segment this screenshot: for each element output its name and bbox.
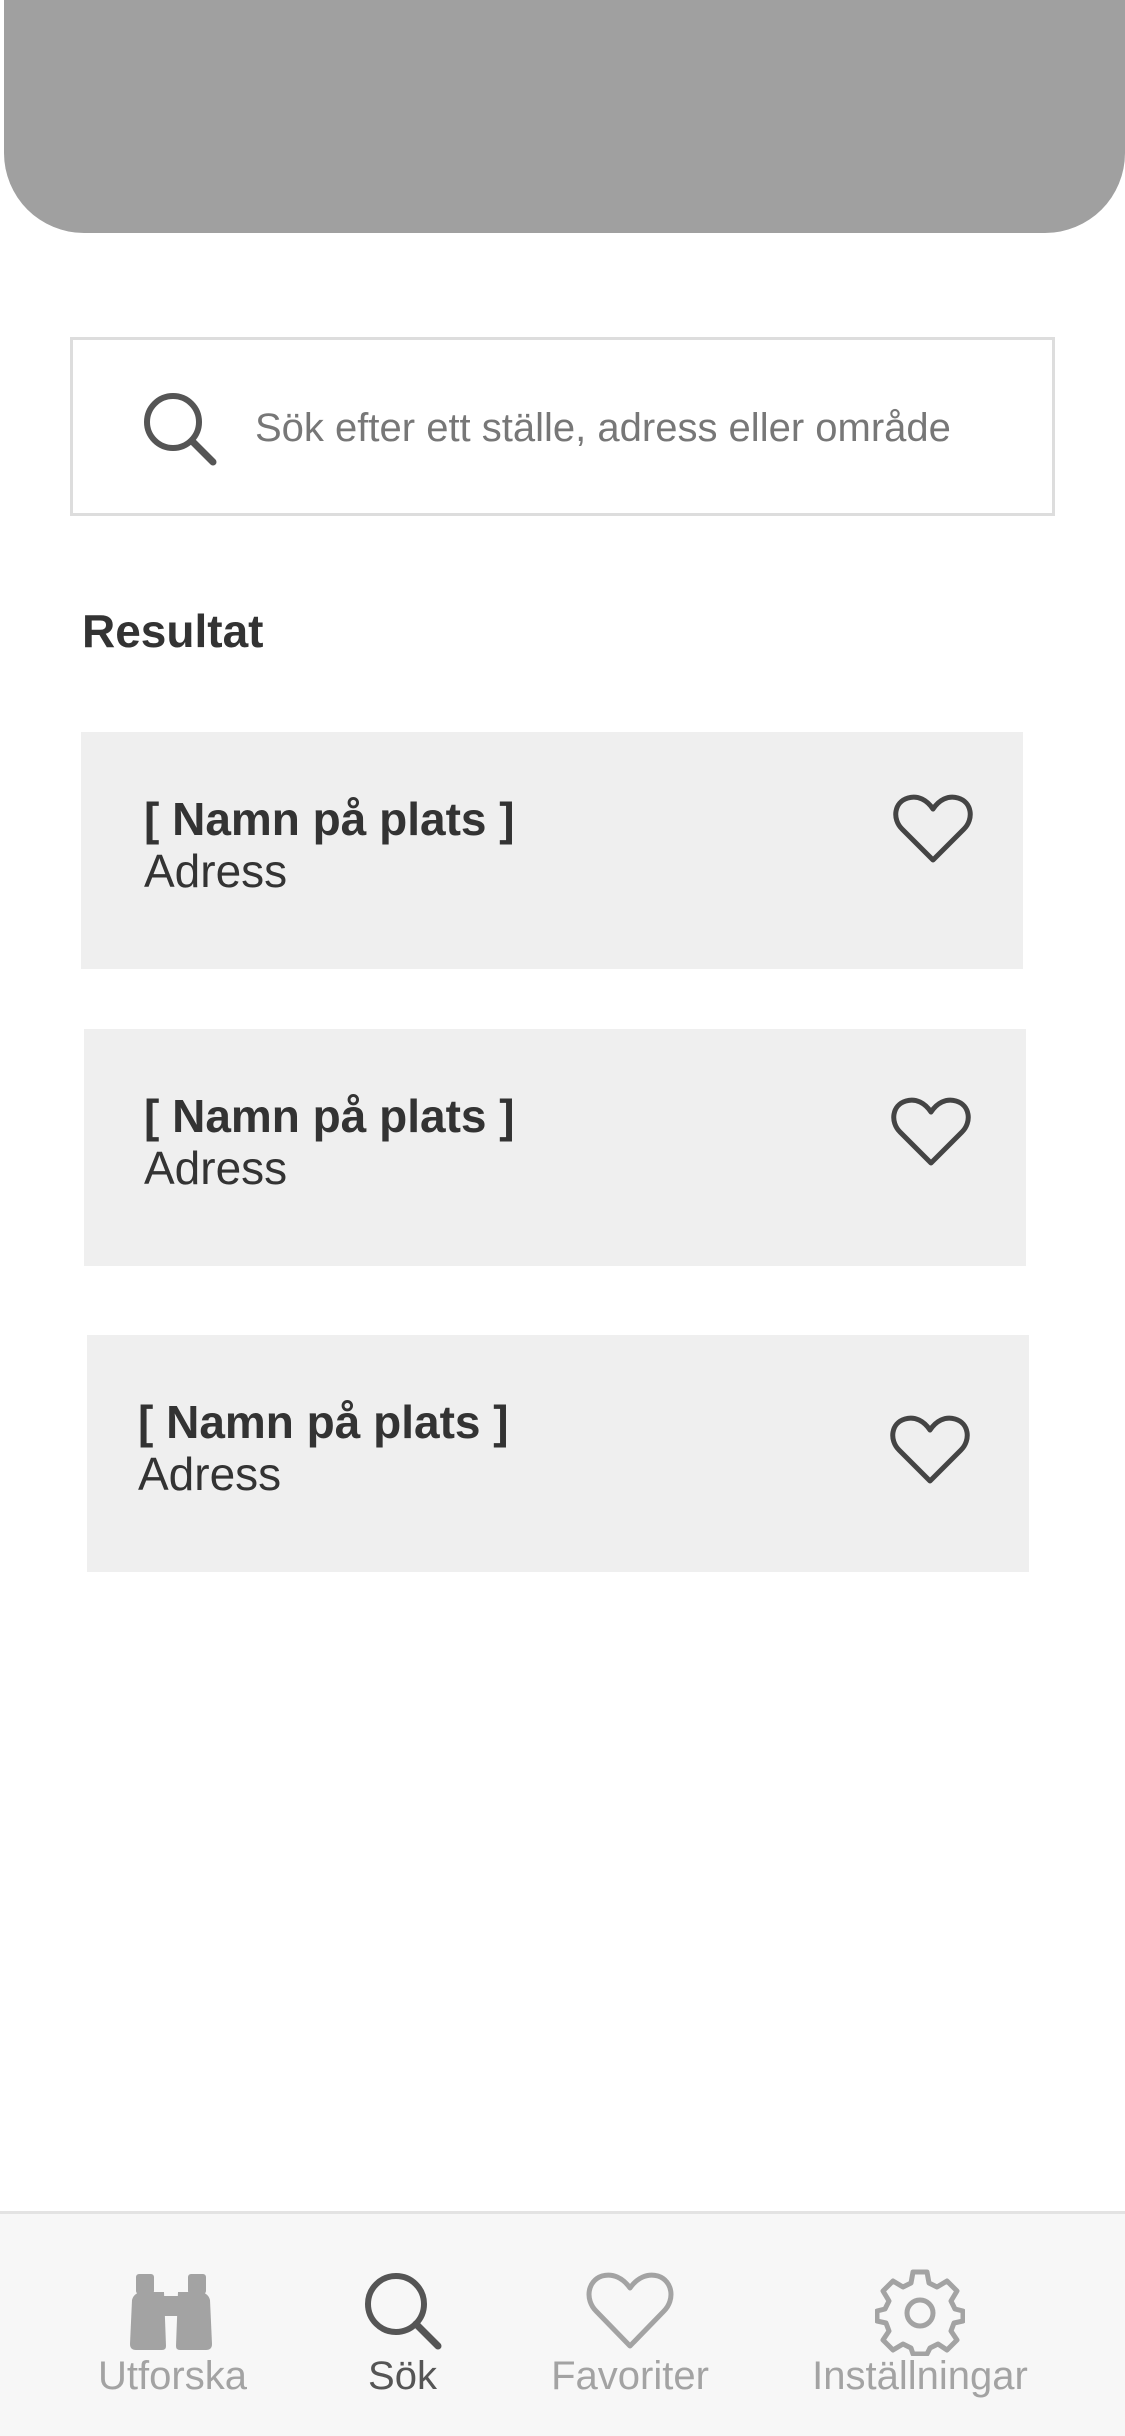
heart-outline-icon[interactable] <box>891 1095 971 1169</box>
search-icon <box>144 393 217 466</box>
tab-favorites[interactable]: Favoriter <box>545 2214 715 2436</box>
heart-icon <box>586 2272 674 2349</box>
place-name: [ Namn på plats ] <box>138 1396 509 1448</box>
binoculars-icon <box>130 2274 212 2350</box>
gear-icon <box>875 2269 965 2356</box>
search-bar[interactable] <box>70 337 1055 516</box>
heart-outline-icon[interactable] <box>890 1413 970 1487</box>
place-address: Adress <box>144 845 288 897</box>
header-banner <box>4 0 1125 233</box>
result-card[interactable]: [ Namn på plats ] Adress <box>84 1029 1026 1266</box>
tab-label: Inställningar <box>812 2354 1028 2398</box>
tab-bar: Utforska Sök Favoriter Inställningar <box>0 2211 1125 2436</box>
place-address: Adress <box>144 1142 288 1194</box>
search-input[interactable] <box>255 380 1035 476</box>
result-card[interactable]: [ Namn på plats ] Adress <box>81 732 1023 969</box>
search-screen: Resultat [ Namn på plats ] Adress [ Namn… <box>0 0 1125 2436</box>
tab-search[interactable]: Sök <box>350 2214 455 2436</box>
tab-label: Sök <box>368 2354 437 2398</box>
heart-outline-icon[interactable] <box>893 792 973 866</box>
place-address: Adress <box>138 1448 282 1500</box>
result-card[interactable]: [ Namn på plats ] Adress <box>87 1335 1029 1572</box>
place-name: [ Namn på plats ] <box>144 1090 515 1142</box>
tab-explore[interactable]: Utforska <box>80 2214 265 2436</box>
tab-settings[interactable]: Inställningar <box>805 2214 1035 2436</box>
search-icon <box>365 2273 442 2350</box>
tab-label: Utforska <box>98 2354 247 2398</box>
results-heading: Resultat <box>82 605 264 657</box>
place-name: [ Namn på plats ] <box>144 793 515 845</box>
tab-label: Favoriter <box>551 2354 709 2398</box>
